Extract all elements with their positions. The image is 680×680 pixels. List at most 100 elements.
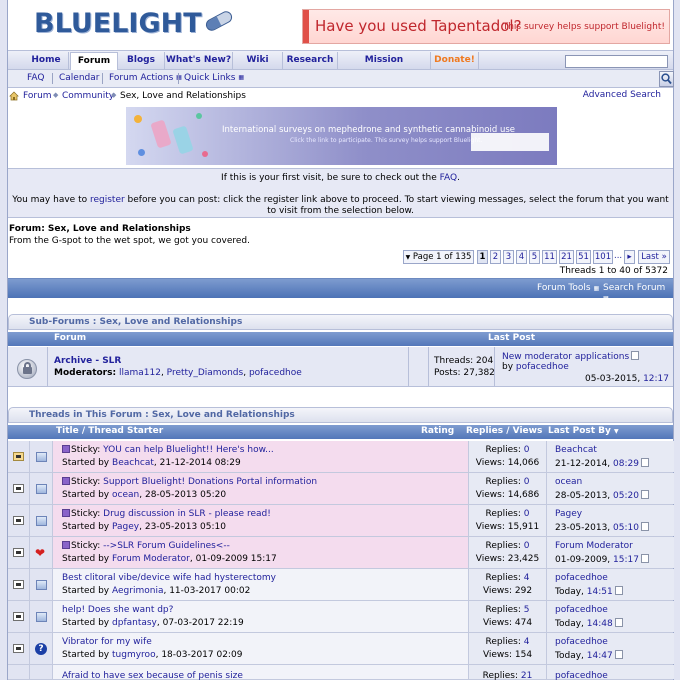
quick-links-label: Quick Links bbox=[184, 73, 236, 83]
last-post-user[interactable]: ocean bbox=[555, 477, 582, 487]
col-replies-views[interactable]: Replies / Views bbox=[466, 426, 542, 436]
page-11[interactable]: 11 bbox=[542, 250, 557, 264]
subnav-quick-links[interactable]: Quick Links ▦ bbox=[184, 73, 244, 83]
last-post-user[interactable]: pofacedhoe bbox=[555, 637, 608, 647]
replies-count[interactable]: 21 bbox=[521, 671, 532, 680]
go-to-last-post-icon[interactable] bbox=[614, 618, 623, 627]
replies-count[interactable]: 4 bbox=[524, 573, 530, 583]
page-101[interactable]: 101 bbox=[593, 250, 613, 264]
thread-starter[interactable]: Forum Moderator bbox=[112, 554, 190, 564]
home-icon[interactable] bbox=[9, 91, 19, 101]
moderator-link[interactable]: pofacedhoe bbox=[249, 368, 302, 378]
replies-count[interactable]: 0 bbox=[524, 445, 530, 455]
thread-title[interactable]: Best clitoral vibe/device wife had hyste… bbox=[62, 573, 276, 583]
page-51[interactable]: 51 bbox=[576, 250, 591, 264]
page-21[interactable]: 21 bbox=[559, 250, 574, 264]
thread-starter[interactable]: ocean bbox=[112, 490, 139, 500]
site-logo[interactable]: BLUELIGHT bbox=[34, 8, 202, 39]
col-last-post-by[interactable]: Last Post By ▼ bbox=[548, 426, 619, 436]
replies-count[interactable]: 5 bbox=[524, 605, 530, 615]
last-post-user[interactable]: pofacedhoe bbox=[555, 671, 608, 680]
last-post-user[interactable]: pofacedhoe bbox=[555, 573, 608, 583]
thread-title[interactable]: Afraid to have sex because of penis size bbox=[62, 671, 243, 680]
col-forum: Forum bbox=[54, 333, 87, 343]
page-2[interactable]: 2 bbox=[490, 250, 501, 264]
quick-search-input[interactable] bbox=[565, 55, 668, 68]
tab-blogs[interactable]: Blogs bbox=[118, 52, 165, 70]
page-5[interactable]: 5 bbox=[529, 250, 540, 264]
go-to-last-post-icon[interactable] bbox=[640, 554, 649, 563]
go-to-last-post-icon[interactable] bbox=[640, 522, 649, 531]
subnav-forum-actions[interactable]: Forum Actions ▦ bbox=[109, 73, 182, 83]
tab-research[interactable]: Research bbox=[283, 52, 338, 70]
thread-title[interactable]: Support Bluelight! Donations Portal info… bbox=[103, 477, 317, 487]
page-ellipsis: ... bbox=[614, 251, 623, 261]
icon-cell bbox=[30, 665, 53, 679]
thread-starter[interactable]: tugmyroo bbox=[112, 650, 156, 660]
search-button[interactable] bbox=[659, 71, 674, 87]
last-post-title[interactable]: New moderator applications bbox=[502, 352, 629, 362]
replies-count[interactable]: 0 bbox=[524, 541, 530, 551]
go-to-post-icon[interactable] bbox=[631, 351, 640, 360]
thread-title[interactable]: Vibrator for my wife bbox=[62, 637, 152, 647]
replies-count[interactable]: 0 bbox=[524, 509, 530, 519]
tab-forum[interactable]: Forum bbox=[70, 52, 118, 70]
thread-starter[interactable]: Aegrimonia bbox=[112, 586, 163, 596]
page-label-dropdown[interactable]: ▼ Page 1 of 135 bbox=[403, 250, 474, 264]
last-post-user[interactable]: Forum Moderator bbox=[555, 541, 633, 551]
last-post-user[interactable]: Pagey bbox=[555, 509, 582, 519]
thread-starter[interactable]: Beachcat bbox=[112, 458, 154, 468]
tab-mission-statement[interactable]: Mission Statement bbox=[338, 52, 431, 82]
top-advertisement[interactable]: Have you used Tapentadol? This survey he… bbox=[302, 9, 670, 44]
breadcrumb-forum[interactable]: Forum bbox=[23, 91, 52, 101]
subforum-threads: Threads: 204 bbox=[434, 356, 494, 366]
last-post-user[interactable]: Beachcat bbox=[555, 445, 597, 455]
subnav-faq[interactable]: FAQ bbox=[27, 73, 44, 83]
last-post-user[interactable]: pofacedhoe bbox=[555, 605, 608, 615]
col-rating[interactable]: Rating bbox=[421, 426, 454, 436]
last-post-user[interactable]: pofacedhoe bbox=[516, 362, 569, 372]
search-forum-menu[interactable]: Search Forum ▦ bbox=[603, 283, 673, 303]
last-post-cell: Forum Moderator 01-09-2009, 15:17 bbox=[547, 537, 674, 568]
sub-navigation: FAQ Calendar Forum Actions ▦ Quick Links… bbox=[8, 70, 673, 88]
threads-title: Threads in This Forum : Sex, Love and Re… bbox=[29, 410, 295, 420]
tab-home[interactable]: Home bbox=[24, 52, 69, 70]
subnav-calendar[interactable]: Calendar bbox=[59, 73, 99, 83]
go-to-last-post-icon[interactable] bbox=[640, 490, 649, 499]
thread-title[interactable]: -->SLR Forum Guidelines<-- bbox=[103, 541, 230, 551]
tab-whats-new[interactable]: What's New? bbox=[165, 52, 233, 70]
thread-status-icon bbox=[13, 516, 24, 525]
replies-count[interactable]: 0 bbox=[524, 477, 530, 487]
last-page-button[interactable]: Last » bbox=[638, 250, 670, 264]
page-1[interactable]: 1 bbox=[477, 250, 488, 264]
tab-wiki[interactable]: Wiki bbox=[233, 52, 283, 70]
thread-title[interactable]: YOU can help Bluelight!! Here's how... bbox=[103, 445, 274, 455]
breadcrumb-community[interactable]: Community bbox=[62, 91, 114, 101]
faq-link[interactable]: FAQ bbox=[440, 173, 457, 183]
tab-donate[interactable]: Donate! bbox=[431, 52, 479, 70]
thread-title[interactable]: help! Does she want dp? bbox=[62, 605, 173, 615]
search-icon bbox=[661, 73, 672, 85]
moderator-link[interactable]: Pretty_Diamonds bbox=[167, 368, 244, 378]
thread-starter-line: Started by Forum Moderator, 01-09-2009 1… bbox=[62, 554, 277, 564]
status-cell bbox=[8, 441, 30, 472]
register-link[interactable]: register bbox=[90, 195, 125, 205]
col-title[interactable]: Title / Thread Starter bbox=[56, 426, 163, 436]
post-icon bbox=[36, 484, 47, 494]
subforum-name[interactable]: Archive - SLR bbox=[54, 356, 121, 366]
survey-banner[interactable]: International surveys on mephedrone and … bbox=[126, 107, 557, 165]
thread-starter[interactable]: dpfantasy bbox=[112, 618, 157, 628]
replies: Replies: 0 bbox=[469, 509, 546, 519]
next-page-button[interactable]: ▸ bbox=[624, 250, 635, 264]
thread-title[interactable]: Drug discussion in SLR - please read! bbox=[103, 509, 271, 519]
replies-count[interactable]: 4 bbox=[524, 637, 530, 647]
moderator-link[interactable]: llama112 bbox=[119, 368, 161, 378]
page-4[interactable]: 4 bbox=[516, 250, 527, 264]
go-to-last-post-icon[interactable] bbox=[640, 458, 649, 467]
go-to-last-post-icon[interactable] bbox=[614, 650, 623, 659]
thread-starter[interactable]: Pagey bbox=[112, 522, 139, 532]
advanced-search-link[interactable]: Advanced Search bbox=[583, 90, 661, 100]
forum-tools-menu[interactable]: Forum Tools ▦ bbox=[537, 283, 599, 293]
page-3[interactable]: 3 bbox=[503, 250, 514, 264]
go-to-last-post-icon[interactable] bbox=[614, 586, 623, 595]
